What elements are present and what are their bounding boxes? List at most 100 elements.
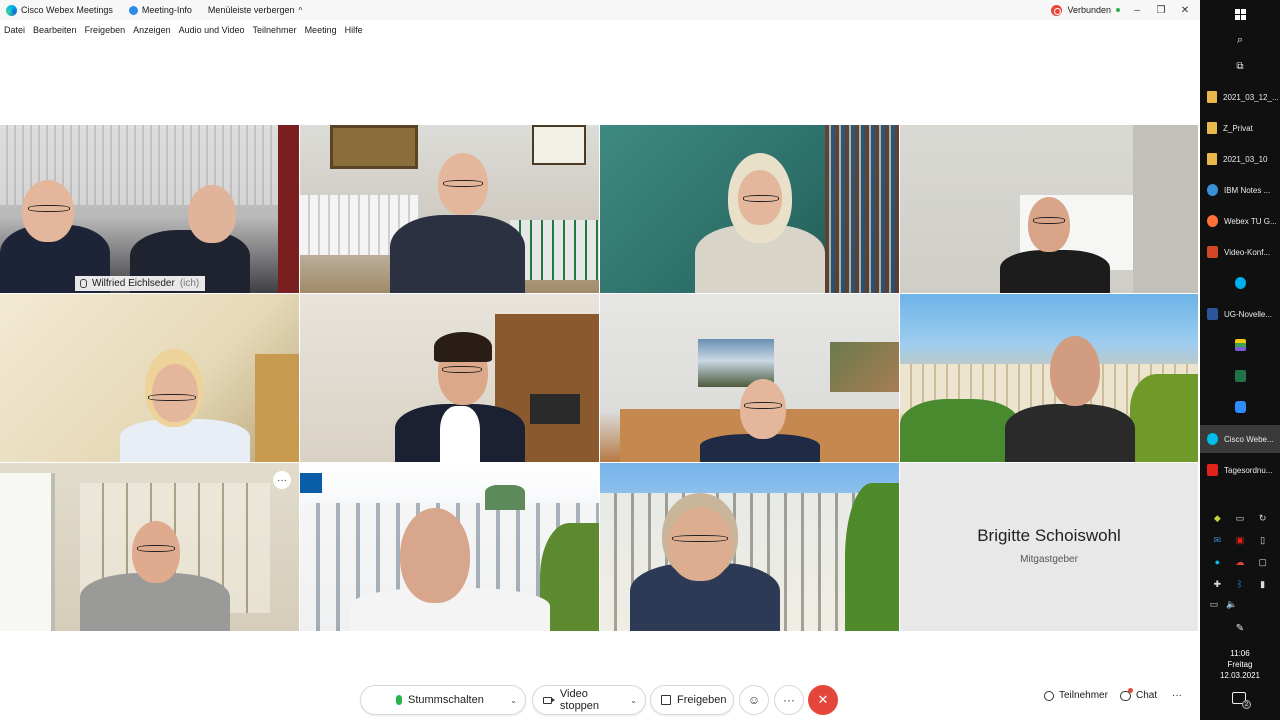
security-icon[interactable]: ✚ [1211, 578, 1223, 590]
video-tile-3[interactable] [600, 125, 899, 293]
tile-more-button[interactable]: ··· [273, 471, 291, 489]
taskbar-app-3[interactable]: 2021_03_10 [1200, 145, 1280, 173]
recording-icon [1051, 4, 1063, 16]
video-tile-4[interactable] [900, 125, 1198, 293]
pen-icon[interactable]: ✎ [1200, 614, 1280, 642]
clock-day: Freitag [1227, 660, 1253, 669]
menu-hilfe[interactable]: Hilfe [345, 25, 363, 35]
menu-datei[interactable]: Datei [4, 25, 25, 35]
share-control[interactable]: Freigeben [650, 685, 734, 715]
menu-bearbeiten[interactable]: Bearbeiten [33, 25, 77, 35]
menu-freigeben[interactable]: Freigeben [85, 25, 126, 35]
mute-control[interactable]: Stummschalten ⌄ [360, 685, 526, 715]
mail-icon[interactable]: ✉ [1211, 534, 1223, 546]
taskbar-app-8[interactable]: UG-Novelle... [1200, 300, 1280, 328]
acrobat-icon[interactable]: ▣ [1234, 534, 1246, 546]
share-button[interactable]: Freigeben [650, 685, 734, 715]
close-window-icon[interactable]: ✕ [1178, 5, 1192, 16]
video-control[interactable]: Video stoppen ⌄ [532, 685, 646, 715]
shield-icon[interactable]: ◆ [1211, 512, 1223, 524]
video-tile-7[interactable] [600, 294, 899, 462]
windows-start-icon[interactable] [1200, 0, 1280, 28]
video-tile-5[interactable] [0, 294, 299, 462]
placeholder-participant-name: Brigitte Schoiswohl [977, 525, 1121, 545]
taskbar-app-12[interactable]: Cisco Webe... [1200, 425, 1280, 453]
display-icon[interactable]: ▢ [1257, 556, 1269, 568]
participants-label: Teilnehmer [1059, 690, 1108, 701]
menu-meeting[interactable]: Meeting [305, 25, 337, 35]
reactions-button[interactable]: ☺ [739, 685, 769, 715]
webex-logo-icon [6, 4, 17, 16]
video-grid: Wilfried Eichlseder (ich) ··· Brigitte S… [0, 125, 1198, 631]
taskbar-app-3-label: 2021_03_10 [1223, 154, 1268, 164]
video-tile-self[interactable]: Wilfried Eichlseder (ich) [0, 125, 299, 293]
cloud-icon[interactable]: ☁ [1234, 556, 1246, 568]
video-tile-6[interactable] [300, 294, 599, 462]
taskbar-app-1[interactable]: 2021_03_12_... [1200, 83, 1280, 111]
zoom-icon [1234, 401, 1246, 413]
more-panels-button[interactable]: ··· [1172, 690, 1182, 701]
taskbar-app-4[interactable]: IBM Notes ... [1200, 176, 1280, 204]
video-tile-11[interactable] [600, 463, 899, 631]
video-tile-10[interactable] [300, 463, 599, 631]
webex-tray-icon[interactable]: ● [1211, 556, 1223, 568]
battery-icon[interactable]: ▭ [1208, 598, 1220, 610]
app-title: Cisco Webex Meetings [6, 4, 113, 16]
taskbar-app-13[interactable]: Tagesordnu... [1200, 456, 1280, 484]
sync-icon[interactable]: ↻ [1257, 512, 1269, 524]
mute-button[interactable]: Stummschalten ⌄ [360, 685, 526, 715]
taskbar-app-9[interactable] [1200, 331, 1280, 359]
pdf-icon [1207, 464, 1218, 476]
bluetooth-icon[interactable]: ᛒ [1234, 578, 1246, 590]
taskbar-app-6[interactable]: Video-Konf... [1200, 238, 1280, 266]
placeholder-participant-role: Mitgastgeber [1020, 553, 1078, 565]
connection-status[interactable]: Verbunden [1051, 4, 1120, 16]
video-tile-placeholder[interactable]: Brigitte Schoiswohl Mitgastgeber [900, 463, 1198, 631]
menu-anzeigen[interactable]: Anzeigen [133, 25, 171, 35]
task-view-icon[interactable]: ⧉ [1200, 52, 1280, 80]
mute-label: Stummschalten [408, 694, 484, 706]
hide-menu-button[interactable]: Menüleiste verbergen ^ [208, 5, 302, 15]
video-tile-9[interactable]: ··· [0, 463, 299, 631]
video-tile-2[interactable] [300, 125, 599, 293]
volume-icon[interactable]: 🔈 [1226, 598, 1238, 610]
hide-menu-label: Menüleiste verbergen [207, 5, 295, 15]
chevron-down-icon[interactable]: ⌄ [626, 696, 645, 705]
taskbar-app-8-label: UG-Novelle... [1224, 309, 1273, 319]
chat-button[interactable]: Chat [1120, 687, 1157, 701]
clock-date: 12.03.2021 [1219, 671, 1261, 680]
taskbar-app-7[interactable] [1200, 269, 1280, 297]
restore-icon[interactable]: ❐ [1154, 5, 1168, 16]
minimize-icon[interactable]: – [1130, 5, 1144, 16]
taskbar-app-4-label: IBM Notes ... [1224, 185, 1271, 195]
video-tile-8[interactable] [900, 294, 1198, 462]
stop-video-button[interactable]: Video stoppen ⌄ [532, 685, 646, 715]
skype-icon [1234, 277, 1246, 289]
tray-row-1: ◆ ▭ ↻ [1200, 512, 1280, 524]
notification-count: 2 [1242, 700, 1251, 709]
close-icon: ✕ [817, 692, 829, 707]
monitor-icon[interactable]: ▭ [1234, 512, 1246, 524]
taskbar-app-11[interactable] [1200, 393, 1280, 421]
meeting-info-button[interactable]: Meeting-Info [128, 5, 192, 15]
microphone-tray-icon[interactable]: ▮ [1257, 578, 1269, 590]
menu-audio-video[interactable]: Audio und Video [179, 25, 245, 35]
more-options-button[interactable]: ··· [774, 685, 804, 715]
stop-video-label: Video stoppen [559, 688, 600, 712]
menu-teilnehmer[interactable]: Teilnehmer [253, 25, 297, 35]
usb-icon[interactable]: ▯ [1257, 534, 1269, 546]
participants-button[interactable]: Teilnehmer [1044, 690, 1108, 701]
share-icon [661, 695, 671, 705]
search-icon[interactable]: ⌕ [1200, 26, 1280, 54]
tray-row-4: ✚ ᛒ ▮ [1200, 578, 1280, 590]
chevron-down-icon[interactable]: ⌄ [506, 696, 525, 705]
powerpoint-icon [1207, 246, 1218, 258]
end-meeting-button[interactable]: ✕ [808, 685, 838, 715]
taskbar-app-5[interactable]: Webex TU G... [1200, 207, 1280, 235]
taskbar-app-10[interactable] [1200, 362, 1280, 390]
taskbar-app-2[interactable]: Z_Privat [1200, 114, 1280, 142]
taskbar-clock[interactable]: 11:06 Freitag 12.03.2021 [1200, 648, 1280, 681]
taskbar-app-12-label: Cisco Webe... [1224, 434, 1274, 444]
chevron-up-icon: ^ [298, 5, 303, 15]
app-title-text: Cisco Webex Meetings [21, 5, 113, 15]
